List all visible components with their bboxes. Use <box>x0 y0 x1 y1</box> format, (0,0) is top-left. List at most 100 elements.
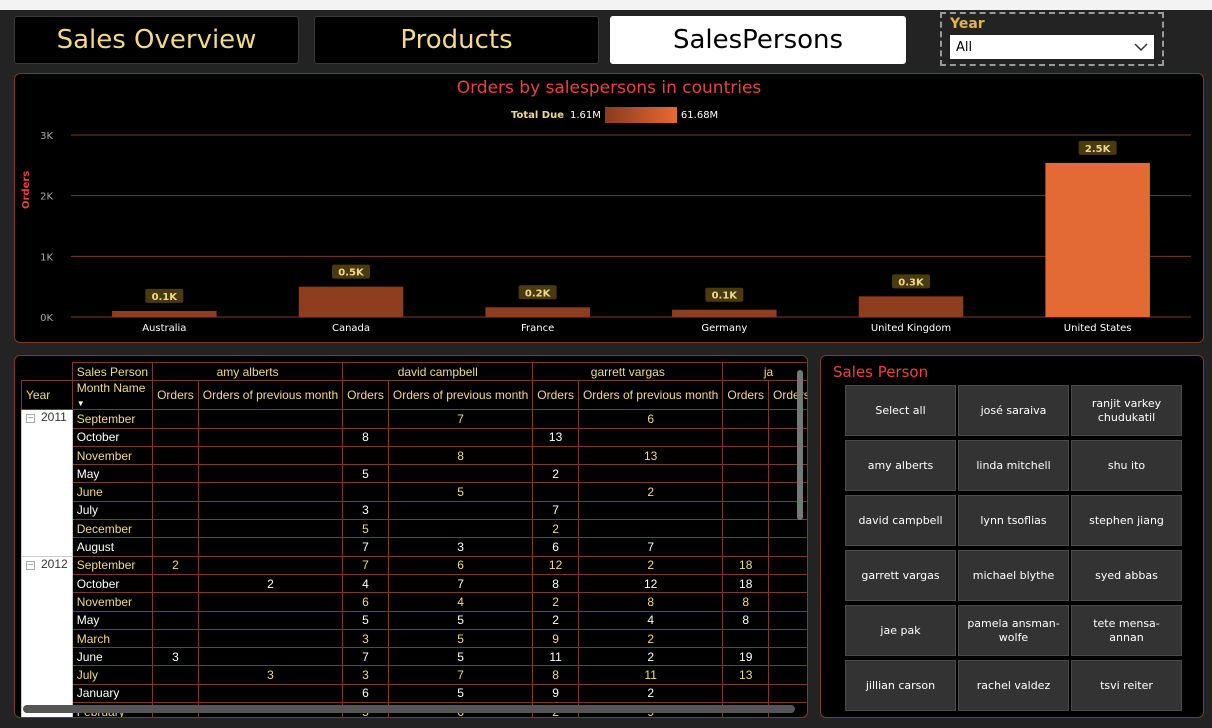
orders-cell <box>152 464 199 484</box>
orders-cell <box>152 445 199 466</box>
prev-orders-cell <box>197 683 344 704</box>
col-prev-orders[interactable]: Orders of previous month <box>577 380 724 411</box>
orders-cell: 2 <box>532 519 579 539</box>
orders-cell: 8 <box>342 427 389 447</box>
prev-orders-cell: 2 <box>577 555 724 575</box>
salesperson-button[interactable]: pamela ansman-wolfe <box>958 605 1069 656</box>
salesperson-button[interactable]: josé saraiva <box>958 385 1069 436</box>
salesperson-button[interactable]: shu ito <box>1071 440 1182 491</box>
table-row: October 2 4 7 8 12 18 <box>22 573 807 594</box>
bar[interactable] <box>485 307 590 317</box>
prev-orders-cell: 4 <box>577 610 724 630</box>
bar[interactable] <box>1045 162 1150 317</box>
year-slicer: Year All <box>940 12 1164 66</box>
orders-cell <box>152 683 199 704</box>
orders-cell: 2 <box>532 464 579 484</box>
salesperson-button[interactable]: amy alberts <box>845 440 956 491</box>
orders-cell <box>722 427 770 447</box>
col-prev-orders[interactable]: Orders of previous month <box>197 380 344 411</box>
matrix-header-month[interactable]: Month Name ▼ <box>71 380 154 411</box>
orders-cell: 11 <box>532 647 579 667</box>
matrix-person-header: ja <box>722 361 807 382</box>
orders-cell: 8 <box>532 573 579 594</box>
salesperson-button[interactable]: lynn tsoflias <box>958 495 1069 546</box>
month-cell: March <box>71 628 154 649</box>
salesperson-button[interactable]: garrett vargas <box>845 550 956 601</box>
salesperson-button[interactable]: stephen jiang <box>1071 495 1182 546</box>
select-all-button[interactable]: Select all <box>845 385 956 436</box>
salesperson-button[interactable]: syed abbas <box>1071 550 1182 601</box>
orders-cell <box>722 628 770 649</box>
x-tick-label: Canada <box>332 323 370 334</box>
collapse-icon[interactable]: − <box>26 414 35 424</box>
prev-orders-cell <box>577 500 724 521</box>
salesperson-button[interactable]: tete mensa-annan <box>1071 605 1182 656</box>
sort-desc-icon: ▼ <box>76 399 85 409</box>
prev-orders-cell: 2 <box>577 628 724 649</box>
data-label: 2.5K <box>1085 144 1112 155</box>
y-tick-label: 1K <box>40 252 53 263</box>
prev-orders-cell <box>577 464 724 484</box>
col-orders[interactable]: Orders <box>342 380 389 411</box>
col-orders[interactable]: Orders <box>722 380 770 411</box>
orders-cell <box>722 482 770 502</box>
month-cell: June <box>71 482 154 502</box>
salesperson-button[interactable]: ranjit varkey chudukatil <box>1071 385 1182 436</box>
month-cell: July <box>71 500 154 521</box>
month-cell: May <box>71 610 154 630</box>
salesperson-button[interactable]: linda mitchell <box>958 440 1069 491</box>
nav-products-button[interactable]: Products <box>314 16 599 64</box>
salesperson-button[interactable]: david campbell <box>845 495 956 546</box>
orders-cell: 7 <box>342 647 389 667</box>
bar[interactable] <box>858 296 964 317</box>
nav-salespersons-button[interactable]: SalesPersons <box>610 16 906 64</box>
col-orders[interactable]: Orders <box>532 380 579 411</box>
col-prev-orders[interactable]: Orders of previous month <box>387 380 534 411</box>
y-tick-label: 2K <box>40 192 53 203</box>
matrix-header-year[interactable]: Year <box>21 380 73 411</box>
orders-cell <box>532 409 579 429</box>
month-cell: June <box>71 647 154 667</box>
matrix-vertical-scrollbar[interactable] <box>797 370 803 710</box>
bar[interactable] <box>672 309 777 317</box>
salesperson-button[interactable]: michael blythe <box>958 550 1069 601</box>
orders-cell <box>342 409 389 429</box>
orders-cell <box>722 683 770 704</box>
table-row: July 3 7 <box>22 500 807 521</box>
orders-cell <box>722 409 770 429</box>
matrix-horizontal-scrollbar[interactable] <box>23 705 795 713</box>
bar[interactable] <box>112 310 217 317</box>
year-cell[interactable]: −2011 <box>21 409 73 557</box>
month-cell: January <box>71 683 154 704</box>
year-label: 2012 <box>41 556 68 571</box>
collapse-icon[interactable]: − <box>26 560 35 570</box>
x-tick-label: Germany <box>701 323 747 334</box>
matrix-person-header: amy alberts <box>152 361 344 382</box>
salesperson-button[interactable]: jae pak <box>845 605 956 656</box>
prev-orders-cell: 6 <box>577 409 724 429</box>
prev-orders-cell <box>197 519 344 539</box>
table-row: May 5 5 2 4 8 <box>22 610 807 630</box>
table-row: March 3 5 9 2 <box>22 628 807 649</box>
col-orders[interactable]: Orders <box>152 380 199 411</box>
prev-orders-cell <box>387 427 534 447</box>
prev-orders-cell: 8 <box>387 445 534 466</box>
prev-orders-cell: 12 <box>577 573 724 594</box>
salesperson-button[interactable]: jillian carson <box>845 660 956 711</box>
data-label: 0.1K <box>712 291 739 302</box>
prev-orders-cell: 11 <box>577 665 724 685</box>
table-row: December 5 2 <box>22 519 807 539</box>
month-cell: December <box>71 519 154 539</box>
orders-cell <box>152 427 199 447</box>
prev-orders-cell: 2 <box>577 647 724 667</box>
orders-cell <box>152 500 199 521</box>
salesperson-button[interactable]: tsvi reiter <box>1071 660 1182 711</box>
bar[interactable] <box>298 286 404 317</box>
nav-sales-overview-button[interactable]: Sales Overview <box>14 16 299 64</box>
prev-orders-cell <box>197 647 344 667</box>
orders-cell <box>152 519 199 539</box>
year-dropdown[interactable]: All <box>950 35 1154 59</box>
salesperson-button[interactable]: rachel valdez <box>958 660 1069 711</box>
year-cell[interactable]: −2012 <box>21 555 73 717</box>
scrollbar-thumb[interactable] <box>797 370 803 520</box>
